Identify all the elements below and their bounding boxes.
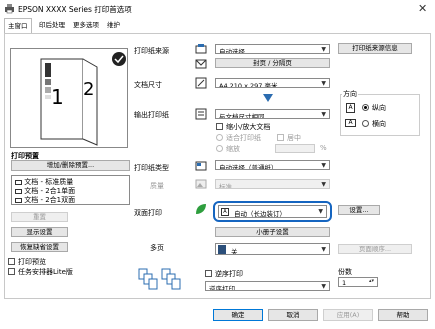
reverse-order-checkbox[interactable] bbox=[205, 270, 212, 277]
stepper-arrows-icon[interactable]: ▴▾ bbox=[369, 278, 374, 284]
landscape-icon: A bbox=[345, 119, 356, 127]
tab-main[interactable]: 主窗口 bbox=[4, 18, 32, 34]
output-paper-select[interactable]: 与文档尺寸相同 ▼ bbox=[215, 109, 330, 119]
image-quality-icon bbox=[195, 179, 207, 189]
zoom-unit: % bbox=[320, 144, 327, 152]
reduce-enlarge-label: 缩小/放大文档 bbox=[226, 123, 271, 131]
chevron-down-icon: ▼ bbox=[321, 80, 326, 87]
paper-type-label: 打印纸类型 bbox=[134, 164, 169, 172]
tab-maintenance[interactable]: 维护 bbox=[104, 18, 123, 34]
preview-page-number-1: 1 bbox=[51, 85, 64, 109]
show-settings-button[interactable]: 显示设置 bbox=[11, 227, 68, 237]
duplex-settings-button[interactable]: 设置... bbox=[338, 205, 380, 215]
list-item[interactable]: 文档 - 2合1双面 bbox=[15, 195, 75, 205]
window-title: EPSON XXXX Series 打印首选项 bbox=[18, 5, 132, 14]
orientation-label: 方向 bbox=[342, 89, 358, 99]
restore-defaults-button[interactable]: 恢复缺省设置 bbox=[11, 242, 68, 252]
portrait-label: 纵向 bbox=[372, 104, 386, 112]
reverse-print-select[interactable]: 逆序打印 ▼ bbox=[205, 281, 330, 291]
print-preview-checkbox[interactable] bbox=[8, 258, 15, 265]
arrow-down-icon bbox=[263, 94, 273, 102]
paper-type-icon bbox=[195, 161, 207, 171]
collate-pages-icon bbox=[138, 268, 181, 290]
add-remove-presets-button[interactable]: 增加/删除预置... bbox=[11, 160, 130, 171]
page-preview: 1 2 bbox=[10, 48, 128, 148]
help-button[interactable]: 帮助 bbox=[378, 309, 428, 321]
paper-source-label: 打印纸来源 bbox=[134, 47, 169, 55]
page-order-button[interactable]: 页面顺序... bbox=[338, 244, 412, 254]
quality-label: 质量 bbox=[150, 182, 164, 190]
fit-page-label: 适合打印纸 bbox=[226, 134, 261, 142]
landscape-label: 横向 bbox=[372, 120, 386, 128]
document-size-icon bbox=[195, 77, 207, 89]
output-paper-label: 输出打印纸 bbox=[134, 111, 169, 119]
orientation-group bbox=[340, 94, 420, 136]
center-label: 居中 bbox=[287, 134, 301, 142]
copies-label: 份数 bbox=[338, 268, 352, 276]
duplex-page-icon: A bbox=[221, 208, 229, 216]
booklet-settings-button[interactable]: 小册子设置 bbox=[215, 227, 330, 237]
duplex-select[interactable]: A 自动（长边装订） ▼ bbox=[218, 205, 327, 218]
copies-stepper[interactable]: 1 ▴▾ bbox=[338, 277, 378, 287]
zoom-label: 缩放 bbox=[226, 145, 240, 153]
quality-select[interactable]: 标准 ▼ bbox=[215, 179, 330, 189]
multipage-select[interactable]: 关 ▼ bbox=[215, 243, 330, 255]
chevron-down-icon: ▼ bbox=[321, 181, 326, 188]
chevron-down-icon: ▼ bbox=[321, 246, 326, 253]
document-size-label: 文档尺寸 bbox=[134, 81, 162, 89]
leaf-icon bbox=[196, 204, 206, 214]
ok-button[interactable]: 确定 bbox=[213, 309, 263, 321]
tab-more-options[interactable]: 更多选项 bbox=[70, 18, 102, 34]
chevron-down-icon: ▼ bbox=[321, 283, 326, 290]
job-arranger-label: 任务安排器Lite版 bbox=[18, 268, 73, 276]
landscape-radio[interactable] bbox=[362, 120, 369, 127]
printer-icon bbox=[5, 4, 14, 14]
zoom-radio[interactable] bbox=[216, 145, 223, 152]
document-preview-graphic bbox=[40, 52, 126, 146]
chevron-down-icon: ▼ bbox=[321, 46, 326, 53]
portrait-icon: A bbox=[346, 103, 355, 113]
duplex-label: 双面打印 bbox=[134, 209, 162, 217]
title-bar: EPSON XXXX Series 打印首选项 ✕ bbox=[0, 0, 435, 18]
paper-tray-icon bbox=[195, 44, 207, 54]
multipage-label: 多页 bbox=[150, 244, 164, 252]
job-arranger-checkbox[interactable] bbox=[8, 268, 15, 275]
chevron-down-icon: ▼ bbox=[321, 162, 326, 169]
page-layout-icon bbox=[218, 245, 226, 254]
zoom-input[interactable] bbox=[275, 144, 315, 153]
presets-list[interactable]: 文档 - 标准质量 文档 - 2合1单面 文档 - 2合1双面 bbox=[11, 175, 130, 205]
portrait-radio[interactable] bbox=[362, 104, 369, 111]
document-size-select[interactable]: A4 210 x 297 毫米 ▼ bbox=[215, 78, 330, 88]
fit-page-radio[interactable] bbox=[216, 134, 223, 141]
center-checkbox[interactable] bbox=[277, 134, 284, 141]
chevron-down-icon: ▼ bbox=[321, 111, 326, 118]
close-icon[interactable]: ✕ bbox=[418, 2, 427, 15]
apply-button[interactable]: 应用(A) bbox=[323, 309, 373, 321]
print-preview-label: 打印预览 bbox=[18, 258, 46, 266]
chevron-down-icon: ▼ bbox=[318, 208, 323, 215]
tab-finishing[interactable]: 印后处理 bbox=[36, 18, 68, 34]
reverse-order-label: 逆序打印 bbox=[215, 270, 243, 278]
document-icon bbox=[15, 179, 22, 185]
paper-source-info-button[interactable]: 打印纸来源信息 bbox=[338, 43, 412, 54]
reset-button[interactable]: 重置 bbox=[11, 212, 68, 222]
tab-bar: 主窗口 印后处理 更多选项 维护 bbox=[0, 18, 435, 34]
cancel-button[interactable]: 取消 bbox=[268, 309, 318, 321]
paper-type-select[interactable]: 自动选择（普通纸） ▼ bbox=[215, 160, 330, 170]
reduce-enlarge-checkbox[interactable] bbox=[216, 123, 223, 130]
cover-separator-button[interactable]: 封页 / 分隔页 bbox=[215, 58, 330, 68]
output-paper-icon bbox=[195, 108, 207, 120]
document-icon bbox=[15, 188, 22, 194]
document-icon bbox=[15, 197, 22, 203]
paper-source-select[interactable]: 自动选择 ▼ bbox=[215, 44, 330, 54]
preview-page-number-2: 2 bbox=[83, 79, 95, 100]
envelope-icon bbox=[195, 59, 207, 69]
